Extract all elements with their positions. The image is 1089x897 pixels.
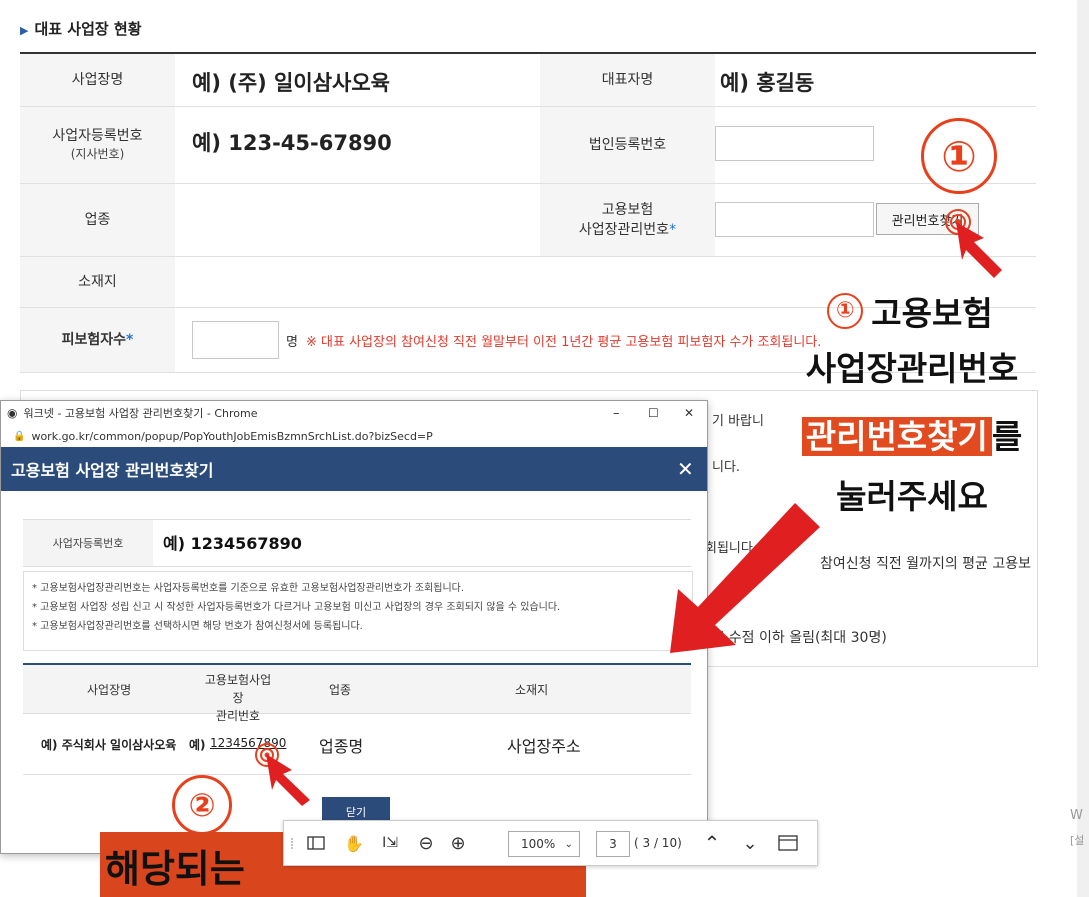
label-company-name: 사업장명 (20, 54, 175, 106)
insurance-number-input[interactable] (715, 202, 874, 237)
column-header: 소재지 (515, 683, 549, 697)
toolbar-grip-icon: ⁞ (289, 833, 295, 853)
label-insurance-number: 고용보험 사업장관리번호* (540, 184, 715, 256)
zoom-value: 100% (521, 837, 556, 851)
page-scrollbar[interactable] (1077, 0, 1089, 897)
highlight-find-number: 관리번호찾기 (801, 417, 992, 456)
table-row[interactable]: 예) 주식회사 일이삼사오육 예) 1234567890 업종명 사업장주소 (23, 714, 691, 775)
form-row-industry: 업종 고용보험 사업장관리번호* 관리번호찾기 (20, 184, 1036, 257)
zoom-out-icon[interactable]: ⊖ (414, 833, 438, 854)
hand-tool-icon[interactable]: ✋ (342, 833, 366, 853)
address-bar[interactable]: 🔒 work.go.kr/common/popup/PopYouthJobEmi… (1, 425, 707, 447)
select-tool-icon[interactable]: I⇲ (378, 833, 402, 853)
browser-title-bar: ◉ 워크넷 - 고용보험 사업장 관리번호찾기 - Chrome – ☐ ✕ (1, 401, 707, 425)
column-header: 사업장명 (87, 683, 132, 697)
value-biz-number: 예) 123-45-67890 (192, 131, 392, 155)
search-row: 사업자등록번호 예) 1234567890 (23, 519, 691, 567)
sidebar-icon[interactable] (304, 833, 328, 853)
page-count: ( 3 / 10) (634, 836, 682, 850)
corner-text-bracket: [설 (1070, 834, 1085, 847)
value-representative: 예) 홍길동 (720, 71, 815, 95)
popup-window: ◉ 워크넷 - 고용보험 사업장 관리번호찾기 - Chrome – ☐ ✕ 🔒… (0, 400, 708, 854)
next-page-icon[interactable]: ⌄ (738, 833, 762, 854)
corner-text-w: W (1070, 808, 1083, 823)
label-insured-count: 피보험자수* (20, 308, 175, 372)
info-notes: * 고용보험사업장관리번호는 사업자등록번호를 기준으로 유효한 고용보험사업장… (23, 571, 693, 651)
notice-text-4: 참여신청 직전 월까지의 평균 고용보 (820, 556, 1031, 572)
insured-note: ※ 대표 사업장의 참여신청 직전 월말부터 이전 1년간 평균 고용보험 피보… (306, 335, 822, 350)
pointer-arrow-icon (956, 222, 1002, 278)
form-row-company: 사업장명 예) (주) 일이삼사오육 대표자명 예) 홍길동 (20, 54, 1036, 107)
page-input[interactable]: 3 (596, 831, 630, 857)
unit-label: 명 (286, 335, 298, 350)
form-row-bizno: 사업자등록번호 (지사번호) 예) 123-45-67890 법인등록번호 (20, 107, 1036, 184)
instruction-line-1: ① 고용보험 (760, 286, 1060, 335)
corp-number-input[interactable] (715, 126, 874, 161)
row-industry: 업종명 (319, 737, 364, 756)
zoom-select[interactable]: 100% ⌄ (508, 831, 580, 857)
lock-icon: 🔒 (13, 430, 26, 442)
minimize-button[interactable]: – (613, 406, 620, 421)
chevron-down-icon: ⌄ (564, 838, 573, 850)
popup-header: 고용보험 사업장 관리번호찾기 ✕ (1, 447, 707, 491)
row-number-prefix: 예) (189, 738, 206, 752)
info-line: * 고용보험사업장관리번호는 사업자등록번호를 기준으로 유효한 고용보험사업장… (32, 583, 465, 594)
label-industry: 업종 (20, 184, 175, 256)
info-line: * 고용보험 사업장 성립 신고 시 작성한 사업자등록번호가 다르거나 고용보… (32, 602, 561, 613)
result-table: 사업장명 고용보험사업장 관리번호 업종 소재지 예) 주식회사 일이삼사오육 예… (23, 663, 691, 775)
column-header: 업종 (329, 683, 352, 697)
window-close-button[interactable]: ✕ (684, 406, 694, 420)
step-two-badge: ② (172, 775, 232, 835)
chrome-icon: ◉ (7, 406, 18, 420)
instruction-line-2: 사업장관리번호 (805, 349, 1019, 388)
label-representative: 대표자명 (540, 54, 715, 106)
step-one-badge: ① (921, 118, 997, 194)
big-arrow-icon (670, 503, 820, 653)
search-input[interactable]: 예) 1234567890 (163, 530, 302, 554)
row-address: 사업장주소 (507, 737, 581, 756)
label-address: 소재지 (20, 257, 175, 307)
prev-page-icon[interactable]: ⌃ (700, 831, 724, 855)
insured-count-input[interactable] (192, 321, 279, 359)
info-line: * 고용보험사업장관리번호를 선택하시면 해당 번호가 참여신청서에 등록됩니다… (32, 621, 363, 632)
maximize-button[interactable]: ☐ (648, 406, 659, 420)
popup-title: 고용보험 사업장 관리번호찾기 (11, 461, 214, 480)
section-title: ▶ 대표 사업장 현황 (20, 20, 142, 38)
fit-page-icon[interactable] (776, 833, 800, 853)
step-one-small-badge: ① (827, 292, 864, 329)
table-header: 사업장명 고용보험사업장 관리번호 업종 소재지 (23, 665, 691, 723)
zoom-in-icon[interactable]: ⊕ (446, 833, 470, 854)
instruction-line-3: 관리번호찾기 를 (752, 410, 1072, 458)
viewer-toolbar: ⁞ ✋ I⇲ ⊖ ⊕ 100% ⌄ 3 ( 3 / 10) ⌃ ⌄ (283, 820, 818, 866)
notice-text-2: 니다. (712, 460, 741, 475)
label-biz-number: 사업자등록번호 (지사번호) (20, 107, 175, 183)
triangle-icon: ▶ (20, 24, 29, 37)
value-company-name: 예) (주) 일이삼사오육 (192, 71, 390, 95)
bottom-banner-text: 해당되는 (105, 847, 245, 891)
row-company-name: 예) 주식회사 일이삼사오육 (41, 738, 177, 752)
pointer-arrow-icon-2 (266, 754, 310, 806)
window-title: 워크넷 - 고용보험 사업장 관리번호찾기 - Chrome (23, 407, 258, 420)
url-text: work.go.kr/common/popup/PopYouthJobEmisB… (31, 429, 433, 443)
close-icon[interactable]: ✕ (677, 457, 694, 481)
search-label: 사업자등록번호 (23, 520, 153, 566)
label-corp-number: 법인등록번호 (540, 107, 715, 183)
